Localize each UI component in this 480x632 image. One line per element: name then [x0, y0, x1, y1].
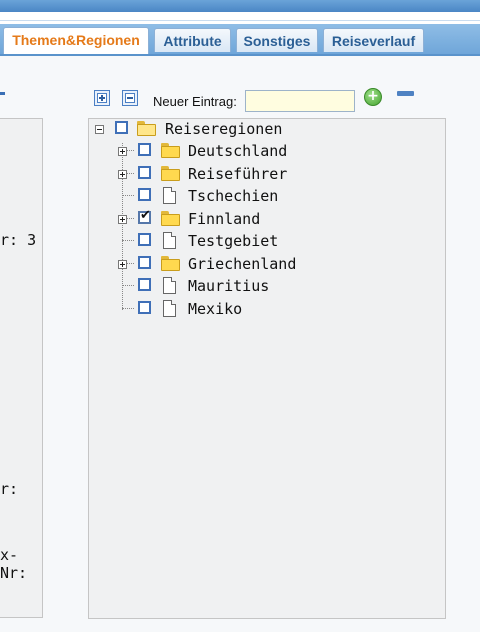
- tree-checkbox[interactable]: [138, 233, 151, 246]
- tree-node-label[interactable]: Griechenland: [188, 255, 296, 273]
- tree-node-label[interactable]: Deutschland: [188, 142, 287, 160]
- tree-node-label[interactable]: Mexiko: [188, 300, 242, 318]
- checkmark-icon: ✔: [140, 208, 151, 223]
- tree-checkbox[interactable]: [115, 121, 128, 134]
- tree-connector: [122, 308, 134, 309]
- left-panel-label: r:: [0, 480, 19, 498]
- tree-connector: [122, 240, 134, 241]
- tree-checkbox[interactable]: [138, 256, 151, 269]
- window-top-strip: [0, 12, 480, 21]
- document-icon: [163, 277, 176, 294]
- folder-icon: [161, 256, 180, 271]
- expand-node-icon[interactable]: [118, 260, 127, 269]
- tab-reiseverlauf[interactable]: Reiseverlauf: [323, 28, 424, 52]
- tab-strip: Themen&Regionen Attribute Sonstiges Reis…: [0, 24, 480, 56]
- expand-node-icon[interactable]: [118, 215, 127, 224]
- tree-node-label[interactable]: Testgebiet: [188, 232, 278, 250]
- remove-entry-icon[interactable]: [397, 91, 414, 96]
- tree-checkbox[interactable]: [138, 143, 151, 156]
- window-top-bar: [0, 0, 480, 12]
- tab-themen-regionen[interactable]: Themen&Regionen: [3, 27, 149, 54]
- tree-checkbox[interactable]: [138, 188, 151, 201]
- tree-node-label[interactable]: Finnland: [188, 210, 260, 228]
- tree-checkbox-checked[interactable]: ✔: [138, 208, 151, 224]
- open-folder-icon: [137, 121, 156, 136]
- tree-node-label[interactable]: Mauritius: [188, 277, 269, 295]
- folder-icon: [161, 166, 180, 181]
- tree-connector: [122, 195, 134, 196]
- collapse-all-icon[interactable]: [122, 90, 138, 106]
- tree-node-label[interactable]: Reiseregionen: [165, 120, 282, 138]
- folder-icon: [161, 211, 180, 226]
- new-entry-input[interactable]: [245, 90, 355, 112]
- tree-checkbox[interactable]: [138, 301, 151, 314]
- tree-node-label[interactable]: Tschechien: [188, 187, 278, 205]
- tab-attribute[interactable]: Attribute: [154, 28, 231, 52]
- document-icon: [163, 300, 176, 317]
- region-tree-panel: Reiseregionen Deutschland Reiseführer Ts…: [88, 118, 446, 619]
- collapse-node-icon[interactable]: [95, 125, 104, 134]
- folder-icon: [161, 143, 180, 158]
- tree-checkbox[interactable]: [138, 166, 151, 179]
- left-panel-label: r: 3: [0, 231, 37, 249]
- tree-node-label[interactable]: Reiseführer: [188, 165, 287, 183]
- expand-node-icon[interactable]: [118, 147, 127, 156]
- expand-node-icon[interactable]: [118, 170, 127, 179]
- document-icon: [163, 187, 176, 204]
- left-panel-label: x-Nr:: [0, 546, 28, 582]
- expand-all-icon[interactable]: [94, 90, 110, 106]
- new-entry-label: Neuer Eintrag:: [153, 94, 237, 109]
- tree-connector: [122, 285, 134, 286]
- left-panel-marker: [0, 92, 5, 95]
- left-panel: r: 3 r: x-Nr:: [0, 118, 43, 618]
- tree-checkbox[interactable]: [138, 278, 151, 291]
- add-entry-icon[interactable]: +: [364, 88, 382, 106]
- tab-sonstiges[interactable]: Sonstiges: [236, 28, 318, 52]
- document-icon: [163, 232, 176, 249]
